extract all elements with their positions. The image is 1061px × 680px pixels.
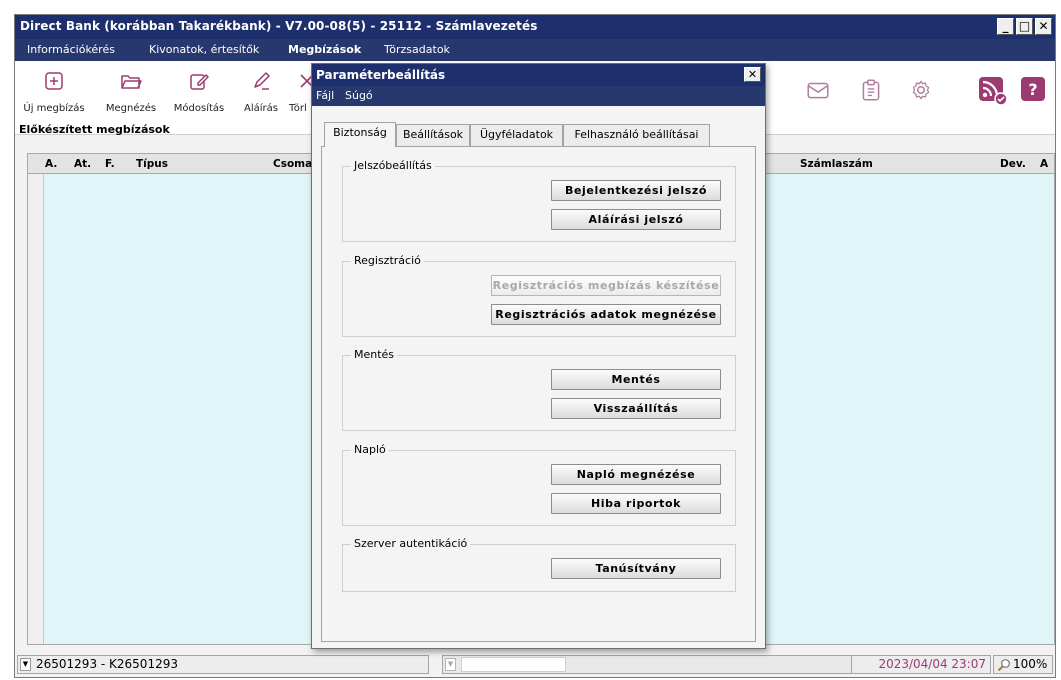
gear-icon[interactable] <box>908 77 934 103</box>
restore-button[interactable]: Visszaállítás <box>551 398 721 419</box>
window-title: Direct Bank (korábban Takarékbank) - V7.… <box>20 19 538 33</box>
menu-torzsadatok[interactable]: Törzsadatok <box>384 43 450 56</box>
datetime-field: 2023/04/04 23:07 <box>851 655 991 674</box>
column-header[interactable]: Típus <box>136 158 168 170</box>
group-label: Regisztráció <box>351 254 424 267</box>
zoom-control[interactable]: 100% <box>993 655 1053 674</box>
column-header[interactable]: A <box>1040 158 1048 170</box>
create-registration-order-button[interactable]: Regisztrációs megbízás készítése <box>491 275 721 296</box>
group-mentes: Mentés Mentés Visszaállítás <box>342 348 736 431</box>
close-button[interactable]: ✕ <box>1035 18 1052 35</box>
group-label: Napló <box>351 443 389 456</box>
tab-biztonsag[interactable]: Biztonság <box>324 122 396 147</box>
column-header[interactable]: A. <box>45 158 57 170</box>
certificate-button[interactable]: Tanúsítvány <box>551 558 721 579</box>
clipboard-icon[interactable] <box>858 77 884 103</box>
group-jelszobeallitas: Jelszóbeállítás Bejelentkezési jelszó Al… <box>342 159 736 242</box>
sign-button[interactable]: Aláírás <box>233 61 289 135</box>
status-bar: ▼ 26501293 - K26501293 ▼ 2023/04/04 23:0… <box>15 653 1055 677</box>
column-header[interactable]: F. <box>105 158 115 170</box>
account-label: 26501293 - K26501293 <box>36 657 178 671</box>
login-password-button[interactable]: Bejelentkezési jelszó <box>551 180 721 201</box>
maximize-button[interactable]: □ <box>1016 18 1033 35</box>
dialog-title: Paraméterbeállítás <box>316 68 446 82</box>
minimize-button[interactable]: _ <box>997 18 1014 35</box>
dialog-close-button[interactable]: ✕ <box>744 67 761 82</box>
group-naplo: Napló Napló megnézése Hiba riportok <box>342 443 736 526</box>
title-bar: Direct Bank (korábban Takarékbank) - V7.… <box>15 15 1055 39</box>
chevron-down-icon[interactable]: ▼ <box>445 658 456 671</box>
pencil-icon <box>254 72 270 90</box>
tab-ugyfeladatok[interactable]: Ügyféladatok <box>470 124 563 146</box>
help-icon[interactable]: ? <box>1020 76 1046 102</box>
view-registration-data-button[interactable]: Regisztrációs adatok megnézése <box>491 304 721 325</box>
rss-check-icon[interactable] <box>978 76 1008 106</box>
view-log-button[interactable]: Napló megnézése <box>551 464 721 485</box>
signing-password-button[interactable]: Aláírási jelszó <box>551 209 721 230</box>
account-selector[interactable]: ▼ 26501293 - K26501293 <box>17 655 429 674</box>
row-header-column <box>28 174 44 644</box>
progress-field: ▼ <box>442 655 852 674</box>
group-szerver-autentikacio: Szerver autentikáció Tanúsítvány <box>342 537 736 592</box>
mail-icon[interactable] <box>805 77 831 103</box>
chevron-down-icon[interactable]: ▼ <box>20 658 31 671</box>
section-title: Előkészített megbízások <box>19 123 170 136</box>
progress-box <box>461 657 566 672</box>
dialog-menu-sugo[interactable]: Súgó <box>345 89 373 102</box>
folder-open-icon <box>121 75 142 89</box>
view-label: Megnézés <box>105 103 157 114</box>
column-header[interactable]: At. <box>74 158 91 170</box>
group-regisztracio: Regisztráció Regisztrációs megbízás kész… <box>342 254 736 337</box>
edit-button[interactable]: Módosítás <box>167 61 231 135</box>
plus-square-icon <box>45 72 63 90</box>
tab-beallitasok[interactable]: Beállítások <box>396 124 470 146</box>
datetime-label: 2023/04/04 23:07 <box>878 657 986 671</box>
group-label: Szerver autentikáció <box>351 537 471 550</box>
parameter-settings-dialog: Paraméterbeállítás ✕ Fájl Súgó Biztonság… <box>311 63 766 649</box>
edit-icon <box>190 74 209 90</box>
tab-felhasznalo-beallitasai[interactable]: Felhasználó beállításai <box>563 124 710 146</box>
menu-megbizasok[interactable]: Megbízások <box>288 43 361 56</box>
magnifier-icon <box>997 659 1010 672</box>
sign-label: Aláírás <box>244 103 278 114</box>
save-button[interactable]: Mentés <box>551 369 721 390</box>
dialog-menu-fajl[interactable]: Fájl <box>316 89 334 102</box>
dialog-title-bar: Paraméterbeállítás ✕ <box>312 64 765 86</box>
error-reports-button[interactable]: Hiba riportok <box>551 493 721 514</box>
window-controls: _ □ ✕ <box>997 18 1052 35</box>
group-label: Jelszóbeállítás <box>351 159 435 172</box>
edit-label: Módosítás <box>173 103 225 114</box>
dialog-menu-bar: Fájl Súgó <box>312 86 765 106</box>
column-header[interactable]: Csoma <box>273 158 312 170</box>
new-order-label: Új megbízás <box>23 103 85 114</box>
group-label: Mentés <box>351 348 398 361</box>
menu-kivonatok[interactable]: Kivonatok, értesítők <box>149 43 259 56</box>
svg-text:?: ? <box>1028 80 1037 99</box>
column-header[interactable]: Dev. <box>1000 158 1026 170</box>
column-header[interactable]: Számlaszám <box>800 158 873 170</box>
menu-informaciokeres[interactable]: Információkérés <box>27 43 115 56</box>
zoom-label: 100% <box>1013 657 1048 671</box>
menu-bar: Információkérés Kivonatok, értesítők Meg… <box>15 39 1055 61</box>
